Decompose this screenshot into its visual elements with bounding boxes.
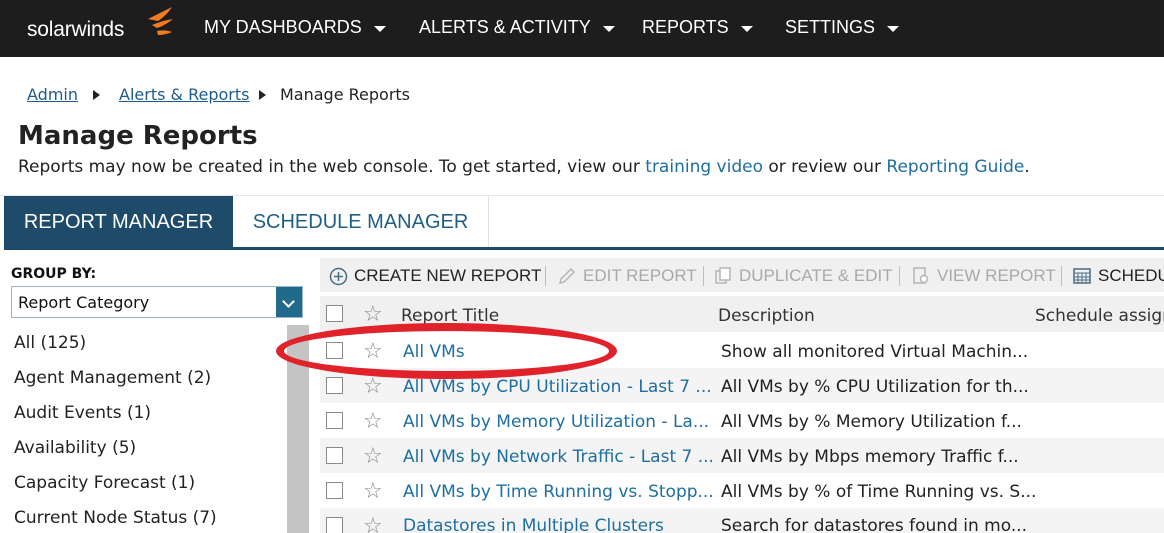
plus-circle-icon [329, 267, 348, 285]
row-checkbox[interactable] [326, 412, 343, 429]
star-icon[interactable]: ☆ [363, 446, 383, 468]
tab-report-manager[interactable]: REPORT MANAGER [4, 196, 233, 249]
solarwinds-flame-icon [148, 7, 173, 35]
pencil-icon [558, 267, 576, 285]
chevron-down-icon [602, 25, 615, 32]
intro-text: Reports may now be created in the web co… [18, 157, 640, 177]
schedule-button[interactable]: SCHEDU [1072, 266, 1164, 286]
edit-report-label: EDIT REPORT [583, 266, 697, 285]
report-description: All VMs by Mbps memory Traffic f... [721, 447, 1019, 467]
column-header-title[interactable]: Report Title [401, 306, 499, 326]
breadcrumb-alerts-reports-link[interactable]: Alerts & Reports [119, 85, 249, 104]
duplicate-edit-button[interactable]: DUPLICATE & EDIT [713, 266, 893, 286]
select-all-checkbox[interactable] [326, 305, 343, 322]
star-icon[interactable]: ☆ [363, 304, 383, 326]
report-description: All VMs by % CPU Utilization for th... [721, 377, 1029, 397]
row-checkbox[interactable] [326, 342, 343, 359]
row-checkbox[interactable] [326, 482, 343, 499]
row-checkbox[interactable] [326, 377, 343, 394]
column-header-description[interactable]: Description [718, 306, 815, 326]
star-icon[interactable]: ☆ [363, 481, 383, 503]
category-capacity-forecast[interactable]: Capacity Forecast (1) [14, 473, 195, 493]
duplicate-icon [715, 267, 731, 284]
nav-reports[interactable]: REPORTS [642, 17, 753, 38]
category-all[interactable]: All (125) [14, 333, 86, 353]
intro-text: . [1024, 157, 1030, 177]
report-title-link[interactable]: All VMs by Network Traffic - Last 7 ... [403, 447, 714, 467]
breadcrumb-arrow-icon [259, 90, 266, 100]
tab-schedule-manager[interactable]: SCHEDULE MANAGER [233, 196, 489, 249]
chevron-down-icon [887, 25, 900, 32]
nav-alerts-activity[interactable]: ALERTS & ACTIVITY [419, 17, 615, 38]
column-header-schedule[interactable]: Schedule assign [1035, 306, 1164, 326]
row-checkbox[interactable] [326, 517, 343, 533]
row-checkbox[interactable] [326, 447, 343, 464]
star-icon[interactable]: ☆ [363, 516, 383, 533]
category-availability[interactable]: Availability (5) [14, 438, 136, 458]
chevron-down-icon[interactable] [276, 287, 302, 317]
solarwinds-logo[interactable]: solarwinds [27, 18, 124, 42]
report-description: All VMs by % Memory Utilization f... [721, 412, 1022, 432]
create-new-report-button[interactable]: CREATE NEW REPORT [329, 266, 541, 286]
nav-reports-label: REPORTS [642, 17, 729, 37]
breadcrumb-alerts-reports[interactable]: Alerts & Reports [119, 85, 249, 104]
breadcrumb-current: Manage Reports [280, 85, 411, 104]
report-description: Search for datastores found in mo... [721, 516, 1028, 533]
view-report-label: VIEW REPORT [937, 266, 1056, 285]
chevron-down-icon [373, 25, 386, 32]
schedule-label: SCHEDU [1098, 266, 1164, 285]
group-by-value: Report Category [18, 293, 150, 312]
category-agent-management[interactable]: Agent Management (2) [14, 368, 211, 388]
category-audit-events[interactable]: Audit Events (1) [14, 403, 151, 423]
sidebar-scrollbar-thumb[interactable] [287, 325, 309, 533]
star-icon[interactable]: ☆ [363, 376, 383, 398]
star-icon[interactable]: ☆ [363, 411, 383, 433]
breadcrumb-admin-link[interactable]: Admin [27, 85, 78, 104]
report-title-link[interactable]: All VMs [403, 342, 465, 362]
toolbar-separator [703, 266, 704, 286]
group-by-label: GROUP BY: [11, 266, 97, 282]
breadcrumb-admin[interactable]: Admin [27, 85, 78, 104]
page-title: Manage Reports [18, 121, 258, 151]
group-by-select[interactable]: Report Category [11, 286, 303, 318]
edit-report-button[interactable]: EDIT REPORT [557, 266, 697, 286]
training-video-link[interactable]: training video [645, 157, 763, 177]
reporting-guide-link[interactable]: Reporting Guide [886, 157, 1024, 177]
report-description: Show all monitored Virtual Machin... [721, 342, 1029, 362]
nav-settings[interactable]: SETTINGS [785, 17, 900, 38]
view-report-button[interactable]: VIEW REPORT [911, 266, 1056, 286]
report-title-link[interactable]: All VMs by CPU Utilization - Last 7 ... [403, 377, 712, 397]
category-current-node-status[interactable]: Current Node Status (7) [14, 508, 217, 528]
nav-settings-label: SETTINGS [785, 17, 876, 37]
nav-my-dashboards[interactable]: MY DASHBOARDS [204, 17, 386, 38]
star-icon[interactable]: ☆ [363, 341, 383, 363]
report-title-link[interactable]: All VMs by Time Running vs. Stopp... [403, 482, 714, 502]
page-intro: Reports may now be created in the web co… [18, 157, 1030, 177]
duplicate-edit-label: DUPLICATE & EDIT [739, 266, 893, 285]
toolbar-separator [899, 266, 900, 286]
chevron-down-icon [740, 25, 753, 32]
calendar-icon [1073, 268, 1091, 284]
toolbar-separator [1061, 266, 1062, 286]
top-nav-bar: solarwinds MY DASHBOARDS ALERTS & ACTIVI… [0, 0, 1164, 57]
create-new-report-label: CREATE NEW REPORT [354, 266, 542, 285]
toolbar-separator [545, 266, 546, 286]
report-title-link[interactable]: Datastores in Multiple Clusters [403, 516, 664, 533]
report-description: All VMs by % of Time Running vs. S... [721, 482, 1037, 502]
breadcrumb-arrow-icon [93, 90, 100, 100]
view-report-icon [913, 267, 929, 284]
report-title-link[interactable]: All VMs by Memory Utilization - La... [403, 412, 709, 432]
intro-text: or review our [768, 157, 881, 177]
nav-alerts-activity-label: ALERTS & ACTIVITY [419, 17, 591, 37]
nav-my-dashboards-label: MY DASHBOARDS [204, 17, 362, 37]
